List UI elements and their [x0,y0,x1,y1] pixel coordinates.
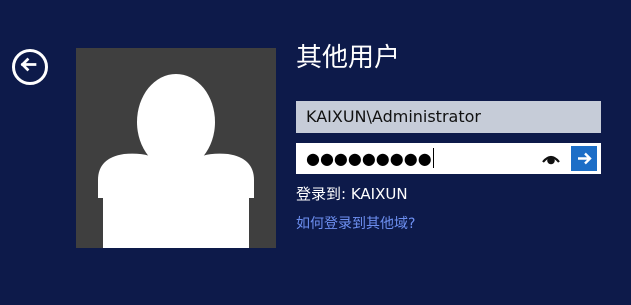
eye-icon[interactable] [540,149,562,168]
arrow-right-icon [578,152,592,165]
submit-button[interactable] [571,146,597,171]
arrow-left-icon [20,57,37,72]
text-caret [432,147,434,168]
password-masked-text: ●●●●●●●●● [306,147,434,168]
other-domain-link[interactable]: 如何登录到其他域? [296,214,415,234]
avatar [76,48,276,248]
page-title: 其他用户 [296,43,401,73]
user-silhouette-icon [98,74,254,248]
username-field[interactable]: KAIXUN\Administrator [296,101,601,133]
back-button[interactable] [12,49,48,85]
signin-domain-text: 登录到: KAIXUN [296,185,408,203]
password-field[interactable]: ●●●●●●●●● [296,143,601,174]
